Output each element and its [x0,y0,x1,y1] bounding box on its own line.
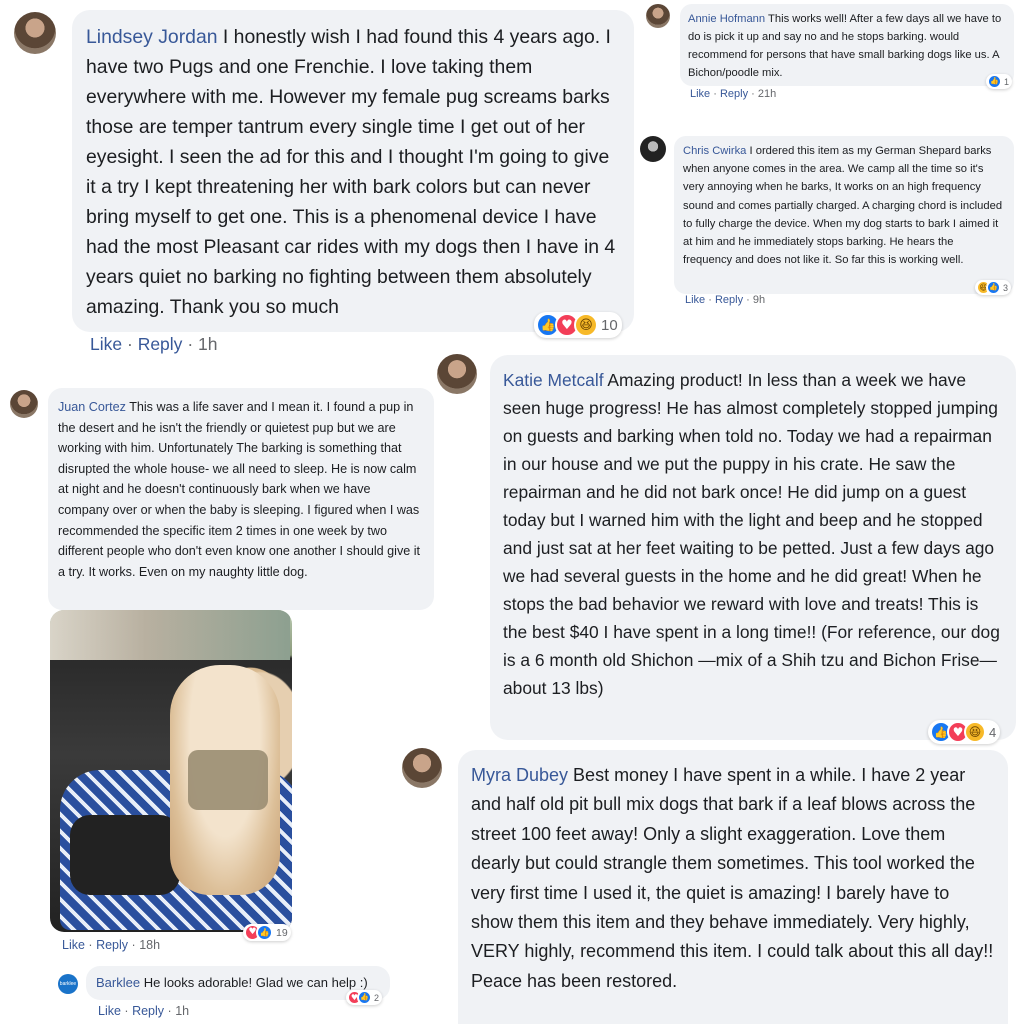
commenter-name[interactable]: Myra Dubey [471,765,568,785]
reaction-count: 19 [276,926,288,939]
reaction-summary[interactable]: ♥ 👍 19 [243,924,291,941]
like-link[interactable]: Like [98,1004,121,1018]
separator-dot: · [746,294,750,306]
like-reaction-icon: 👍 [357,990,372,1005]
comment-actions: Like · Reply · 18h [62,938,160,952]
like-reaction-icon: 👍 [987,74,1002,89]
separator-dot: · [751,88,755,100]
comment-bubble: Katie Metcalf Amazing product! In less t… [490,355,1016,740]
comment-bubble: Barklee He looks adorable! Glad we can h… [86,966,390,1000]
reaction-count: 2 [374,992,380,1003]
separator-dot: · [131,938,136,952]
like-link[interactable]: Like [690,88,710,100]
like-link[interactable]: Like [62,938,85,952]
dog-harness [188,750,268,810]
like-link[interactable]: Like [90,334,122,354]
reply-link[interactable]: Reply [715,294,743,306]
separator-dot: · [708,294,712,306]
reaction-count: 4 [989,724,997,740]
reaction-count: 10 [601,316,618,334]
haha-reaction-icon: 😆 [964,721,986,743]
comment-text: Best money I have spent in a while. I ha… [471,765,994,991]
haha-reaction-icon: 😆 [574,313,598,337]
avatar[interactable] [646,4,670,28]
car-window [50,610,290,660]
comment-actions: Like · Reply · 21h [690,88,776,100]
avatar[interactable] [437,354,477,394]
commenter-name[interactable]: Annie Hofmann [688,13,765,25]
comment-text: I ordered this item as my German Shepard… [683,145,1003,267]
separator-dot: · [126,334,133,354]
comment-timestamp[interactable]: 18h [139,938,160,952]
reaction-summary[interactable]: 😆 👍 3 [975,280,1012,295]
comment-text: I honestly wish I had found this 4 years… [86,26,616,318]
separator-dot: · [88,938,93,952]
like-link[interactable]: Like [685,294,705,306]
separator-dot: · [187,334,194,354]
reaction-summary[interactable]: 👍 1 [986,74,1013,89]
reaction-count: 1 [1004,76,1010,87]
comment-actions: Like · Reply · 9h [685,294,765,306]
comment-bubble: Lindsey Jordan I honestly wish I had fou… [72,10,634,332]
comment-text: He looks adorable! Glad we can help :) [143,975,368,990]
comment-actions: Like · Reply · 1h [98,1004,189,1018]
comment-actions: Like · Reply · 1h [90,334,217,355]
comment-timestamp[interactable]: 21h [758,88,776,100]
comment-text: Amazing product! In less than a week we … [503,370,1000,698]
barklee-logo-text: barklee [59,981,77,987]
comment-text: This was a life saver and I mean it. I f… [58,400,421,579]
commenter-name[interactable]: Chris Cwirka [683,145,746,157]
comment-bubble: Myra Dubey Best money I have spent in a … [458,750,1008,1024]
like-reaction-icon: 👍 [256,924,273,941]
comment-timestamp[interactable]: 1h [198,334,217,354]
comment-bubble: Annie Hofmann This works well! After a f… [680,4,1014,86]
separator-dot: · [713,88,717,100]
comment-bubble: Juan Cortez This was a life saver and I … [48,388,434,610]
comment-timestamp[interactable]: 1h [175,1004,189,1018]
reaction-summary[interactable]: 👍 ♥ 😆 10 [534,312,622,338]
commenter-name[interactable]: Lindsey Jordan [86,26,218,48]
like-reaction-icon: 👍 [986,280,1001,295]
attached-photo[interactable] [50,610,292,932]
reaction-count: 3 [1003,282,1009,293]
separator-dot: · [167,1004,172,1018]
dog-toy [70,815,180,895]
avatar[interactable] [640,136,666,162]
separator-dot: · [124,1004,129,1018]
reply-link[interactable]: Reply [138,334,183,354]
commenter-name[interactable]: Katie Metcalf [503,370,604,390]
reply-link[interactable]: Reply [96,938,128,952]
reply-link[interactable]: Reply [132,1004,164,1018]
avatar[interactable] [402,748,442,788]
comment-timestamp[interactable]: 9h [753,294,765,306]
comment-bubble: Chris Cwirka I ordered this item as my G… [674,136,1014,294]
commenter-name[interactable]: Juan Cortez [58,400,126,414]
reaction-summary[interactable]: 👍 ♥ 😆 4 [928,720,1001,744]
avatar[interactable] [14,12,56,54]
reaction-summary[interactable]: ♥ 👍 2 [346,990,383,1005]
reply-link[interactable]: Reply [720,88,748,100]
commenter-name[interactable]: Barklee [96,975,140,990]
avatar[interactable] [10,390,38,418]
avatar[interactable]: barklee [58,974,78,994]
